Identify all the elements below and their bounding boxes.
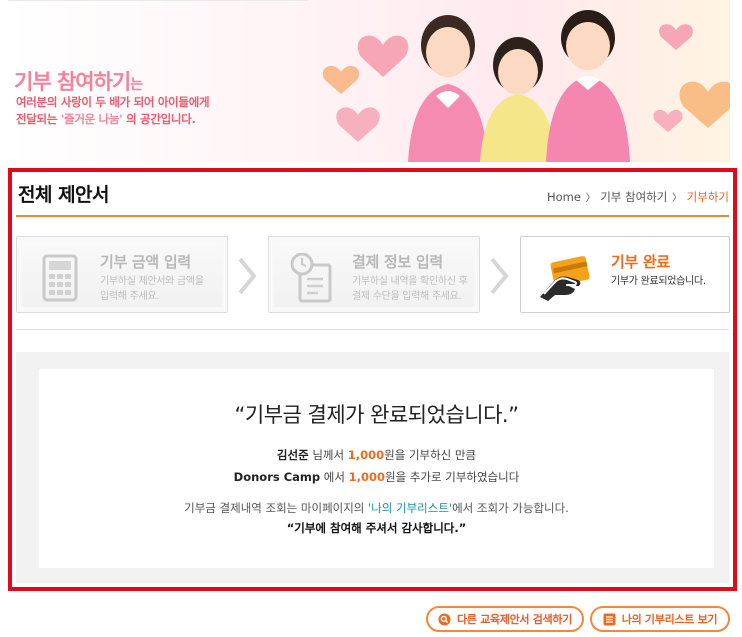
banner-title: 기부 참여하기는: [14, 70, 143, 94]
step-amount-input: 기부 금액 입력 기부하실 제안서와 금액을 입력해 주세요.: [16, 236, 228, 313]
button-label: 다른 교육제안서 검색하기: [456, 613, 573, 626]
title-divider: [16, 215, 729, 217]
calculator-icon: [42, 254, 78, 302]
page-title: 전체 제안서: [18, 184, 110, 206]
chevron-right-icon: [490, 257, 509, 295]
history-notice-line: 기부금 결제내역 조회는 마이페이지의 '나의 기부리스트'에서 조회가 가능합…: [184, 501, 569, 515]
search-icon: [438, 613, 451, 625]
breadcrumb-current: 기부하기: [686, 190, 729, 204]
card-hand-icon: [540, 256, 590, 301]
clock-document-icon: [290, 253, 332, 303]
children-hearts-illustration: [308, 0, 730, 162]
breadcrumb: Home 〉 기부 참여하기 〉 기부하기: [547, 189, 729, 205]
search-other-proposals-button[interactable]: 다른 교육제안서 검색하기: [426, 606, 584, 632]
thank-you-message: “기부에 참여해 주셔서 감사합니다.”: [286, 521, 467, 535]
step-description: 기부하실 제안서와 금액을 입력해 주세요.: [100, 276, 204, 302]
completion-heading: “기부금 결제가 완료되었습니다.”: [234, 403, 519, 427]
steps-divider: [16, 329, 729, 330]
donor-name: 김선준: [276, 448, 309, 462]
my-donation-list-link[interactable]: '나의 기부리스트': [368, 501, 452, 515]
list-icon: [603, 613, 616, 625]
breadcrumb-home[interactable]: Home: [547, 190, 581, 204]
breadcrumb-separator: 〉: [585, 193, 596, 204]
banner-tagline-1: 여러분의 사랑이 두 배가 되어 아이들에게: [16, 95, 210, 109]
matched-amount: 1,000: [348, 470, 386, 484]
step-title: 결제 정보 입력: [352, 253, 443, 271]
step-card-body: 기부 완료 기부가 완료되었습니다.: [526, 242, 724, 307]
breadcrumb-donate-participate[interactable]: 기부 참여하기: [600, 190, 667, 204]
step-title: 기부 금액 입력: [100, 253, 191, 271]
step-description: 기부가 완료되었습니다.: [611, 276, 706, 287]
donor-amount: 1,000: [347, 448, 385, 462]
step-donation-complete: 기부 완료 기부가 완료되었습니다.: [520, 236, 730, 313]
chevron-right-icon: [238, 257, 257, 295]
view-my-donation-list-button[interactable]: 나의 기부리스트 보기: [590, 606, 730, 632]
button-label: 나의 기부리스트 보기: [621, 613, 718, 626]
hero-banner: 기부 참여하기는 여러분의 사랑이 두 배가 되어 아이들에게 전달되는 '즐거…: [8, 0, 730, 162]
step-card-body: 결제 정보 입력 기부하실 내역을 확인하신 후 결제 수단을 입력해 주세요.: [274, 242, 474, 307]
donor-message-line: 김선준 님께서 1,000원을 기부하신 만큼: [276, 448, 477, 462]
banner-tagline-2: 전달되는 '즐거운 나눔' 의 공간입니다.: [16, 112, 196, 126]
matching-message-line: Donors Camp 에서 1,000원을 추가로 기부하였습니다: [233, 470, 520, 484]
step-card-body: 기부 금액 입력 기부하실 제안서와 금액을 입력해 주세요.: [22, 242, 222, 307]
organization-name: Donors Camp: [233, 470, 321, 484]
result-message-box: “기부금 결제가 완료되었습니다.” 김선준 님께서 1,000원을 기부하신 …: [39, 369, 714, 568]
breadcrumb-separator: 〉: [672, 193, 683, 204]
donation-complete-panel: 전체 제안서 Home 〉 기부 참여하기 〉 기부하기 기부 금액 입력 기부…: [8, 168, 737, 591]
step-payment-info: 결제 정보 입력 기부하실 내역을 확인하신 후 결제 수단을 입력해 주세요.: [268, 236, 480, 313]
step-title: 기부 완료: [611, 253, 670, 271]
step-description: 기부하실 내역을 확인하신 후 결제 수단을 입력해 주세요.: [352, 276, 468, 302]
